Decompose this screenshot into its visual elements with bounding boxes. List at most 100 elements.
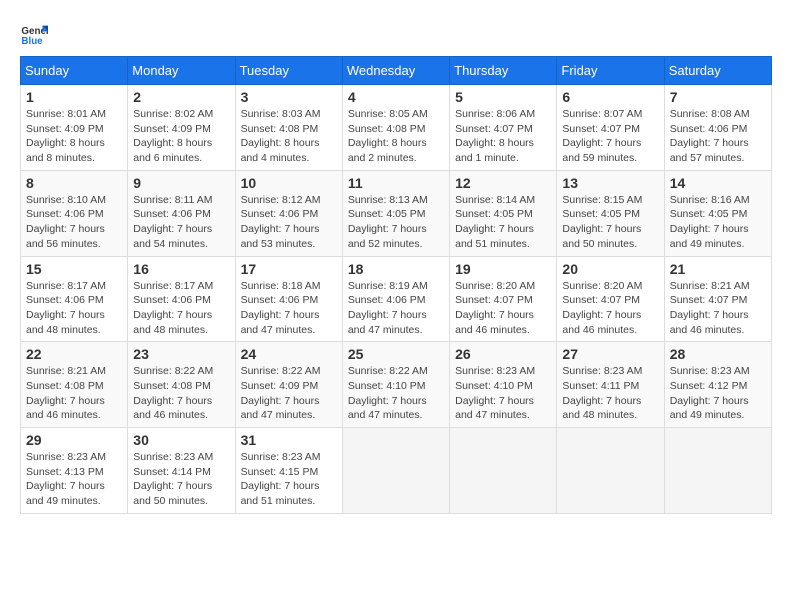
sunrise: Sunrise: 8:20 AM: [562, 279, 658, 294]
sunset: Sunset: 4:13 PM: [26, 465, 122, 480]
sunrise: Sunrise: 8:01 AM: [26, 107, 122, 122]
day-detail: Sunrise: 8:18 AM Sunset: 4:06 PM Dayligh…: [241, 279, 337, 338]
calendar-cell: 2 Sunrise: 8:02 AM Sunset: 4:09 PM Dayli…: [128, 85, 235, 171]
calendar-cell: 14 Sunrise: 8:16 AM Sunset: 4:05 PM Dayl…: [664, 170, 771, 256]
calendar-cell: 1 Sunrise: 8:01 AM Sunset: 4:09 PM Dayli…: [21, 85, 128, 171]
daylight: Daylight: 7 hours and 57 minutes.: [670, 136, 766, 165]
calendar-cell: 8 Sunrise: 8:10 AM Sunset: 4:06 PM Dayli…: [21, 170, 128, 256]
calendar-cell: 10 Sunrise: 8:12 AM Sunset: 4:06 PM Dayl…: [235, 170, 342, 256]
sunset: Sunset: 4:10 PM: [348, 379, 444, 394]
daylight: Daylight: 7 hours and 54 minutes.: [133, 222, 229, 251]
day-number: 21: [670, 261, 766, 277]
sunrise: Sunrise: 8:23 AM: [562, 364, 658, 379]
day-detail: Sunrise: 8:20 AM Sunset: 4:07 PM Dayligh…: [562, 279, 658, 338]
header-day-thursday: Thursday: [450, 57, 557, 85]
day-detail: Sunrise: 8:16 AM Sunset: 4:05 PM Dayligh…: [670, 193, 766, 252]
sunrise: Sunrise: 8:08 AM: [670, 107, 766, 122]
day-number: 28: [670, 346, 766, 362]
daylight: Daylight: 7 hours and 49 minutes.: [26, 479, 122, 508]
daylight: Daylight: 7 hours and 46 minutes.: [133, 394, 229, 423]
day-detail: Sunrise: 8:17 AM Sunset: 4:06 PM Dayligh…: [133, 279, 229, 338]
sunrise: Sunrise: 8:06 AM: [455, 107, 551, 122]
header-day-friday: Friday: [557, 57, 664, 85]
daylight: Daylight: 7 hours and 47 minutes.: [348, 308, 444, 337]
sunset: Sunset: 4:05 PM: [348, 207, 444, 222]
sunrise: Sunrise: 8:21 AM: [26, 364, 122, 379]
header-row: SundayMondayTuesdayWednesdayThursdayFrid…: [21, 57, 772, 85]
day-number: 4: [348, 89, 444, 105]
sunrise: Sunrise: 8:14 AM: [455, 193, 551, 208]
calendar-cell: 24 Sunrise: 8:22 AM Sunset: 4:09 PM Dayl…: [235, 342, 342, 428]
day-detail: Sunrise: 8:08 AM Sunset: 4:06 PM Dayligh…: [670, 107, 766, 166]
daylight: Daylight: 7 hours and 47 minutes.: [348, 394, 444, 423]
day-number: 18: [348, 261, 444, 277]
day-detail: Sunrise: 8:15 AM Sunset: 4:05 PM Dayligh…: [562, 193, 658, 252]
header-day-monday: Monday: [128, 57, 235, 85]
sunset: Sunset: 4:06 PM: [133, 293, 229, 308]
sunrise: Sunrise: 8:23 AM: [241, 450, 337, 465]
day-number: 10: [241, 175, 337, 191]
sunset: Sunset: 4:06 PM: [348, 293, 444, 308]
calendar-cell: [450, 428, 557, 514]
day-number: 30: [133, 432, 229, 448]
day-number: 16: [133, 261, 229, 277]
day-number: 19: [455, 261, 551, 277]
header-day-saturday: Saturday: [664, 57, 771, 85]
day-detail: Sunrise: 8:10 AM Sunset: 4:06 PM Dayligh…: [26, 193, 122, 252]
sunrise: Sunrise: 8:13 AM: [348, 193, 444, 208]
day-number: 9: [133, 175, 229, 191]
header-day-wednesday: Wednesday: [342, 57, 449, 85]
sunrise: Sunrise: 8:02 AM: [133, 107, 229, 122]
week-row-2: 8 Sunrise: 8:10 AM Sunset: 4:06 PM Dayli…: [21, 170, 772, 256]
day-number: 24: [241, 346, 337, 362]
calendar-header: SundayMondayTuesdayWednesdayThursdayFrid…: [21, 57, 772, 85]
daylight: Daylight: 7 hours and 46 minutes.: [670, 308, 766, 337]
daylight: Daylight: 7 hours and 47 minutes.: [455, 394, 551, 423]
day-number: 14: [670, 175, 766, 191]
daylight: Daylight: 8 hours and 1 minute.: [455, 136, 551, 165]
day-number: 23: [133, 346, 229, 362]
calendar-cell: 13 Sunrise: 8:15 AM Sunset: 4:05 PM Dayl…: [557, 170, 664, 256]
logo: General Blue: [20, 20, 52, 48]
sunset: Sunset: 4:14 PM: [133, 465, 229, 480]
day-number: 3: [241, 89, 337, 105]
daylight: Daylight: 7 hours and 56 minutes.: [26, 222, 122, 251]
sunset: Sunset: 4:08 PM: [26, 379, 122, 394]
daylight: Daylight: 8 hours and 6 minutes.: [133, 136, 229, 165]
sunset: Sunset: 4:11 PM: [562, 379, 658, 394]
calendar-body: 1 Sunrise: 8:01 AM Sunset: 4:09 PM Dayli…: [21, 85, 772, 514]
day-number: 17: [241, 261, 337, 277]
day-detail: Sunrise: 8:13 AM Sunset: 4:05 PM Dayligh…: [348, 193, 444, 252]
day-detail: Sunrise: 8:11 AM Sunset: 4:06 PM Dayligh…: [133, 193, 229, 252]
sunset: Sunset: 4:07 PM: [562, 122, 658, 137]
daylight: Daylight: 7 hours and 49 minutes.: [670, 222, 766, 251]
daylight: Daylight: 7 hours and 51 minutes.: [455, 222, 551, 251]
calendar-cell: 23 Sunrise: 8:22 AM Sunset: 4:08 PM Dayl…: [128, 342, 235, 428]
calendar-cell: 4 Sunrise: 8:05 AM Sunset: 4:08 PM Dayli…: [342, 85, 449, 171]
sunrise: Sunrise: 8:12 AM: [241, 193, 337, 208]
day-detail: Sunrise: 8:17 AM Sunset: 4:06 PM Dayligh…: [26, 279, 122, 338]
daylight: Daylight: 7 hours and 50 minutes.: [562, 222, 658, 251]
sunrise: Sunrise: 8:19 AM: [348, 279, 444, 294]
day-detail: Sunrise: 8:20 AM Sunset: 4:07 PM Dayligh…: [455, 279, 551, 338]
day-detail: Sunrise: 8:07 AM Sunset: 4:07 PM Dayligh…: [562, 107, 658, 166]
sunset: Sunset: 4:09 PM: [26, 122, 122, 137]
sunset: Sunset: 4:08 PM: [348, 122, 444, 137]
daylight: Daylight: 7 hours and 46 minutes.: [26, 394, 122, 423]
sunset: Sunset: 4:12 PM: [670, 379, 766, 394]
sunset: Sunset: 4:06 PM: [241, 207, 337, 222]
daylight: Daylight: 8 hours and 2 minutes.: [348, 136, 444, 165]
page-header: General Blue: [20, 20, 772, 48]
logo-icon: General Blue: [20, 20, 48, 48]
sunrise: Sunrise: 8:10 AM: [26, 193, 122, 208]
calendar-cell: 30 Sunrise: 8:23 AM Sunset: 4:14 PM Dayl…: [128, 428, 235, 514]
calendar-cell: [664, 428, 771, 514]
daylight: Daylight: 7 hours and 46 minutes.: [562, 308, 658, 337]
daylight: Daylight: 7 hours and 53 minutes.: [241, 222, 337, 251]
sunset: Sunset: 4:09 PM: [133, 122, 229, 137]
header-day-tuesday: Tuesday: [235, 57, 342, 85]
sunset: Sunset: 4:07 PM: [455, 122, 551, 137]
sunset: Sunset: 4:09 PM: [241, 379, 337, 394]
calendar-cell: 19 Sunrise: 8:20 AM Sunset: 4:07 PM Dayl…: [450, 256, 557, 342]
daylight: Daylight: 7 hours and 59 minutes.: [562, 136, 658, 165]
